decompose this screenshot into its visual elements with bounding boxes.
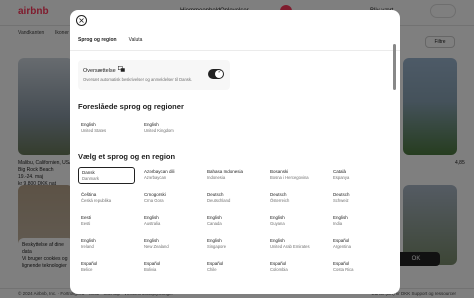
- language-option[interactable]: Bosanski Bosna i Hercegovina: [267, 167, 324, 184]
- language-option[interactable]: Bahasa Indonesia Indonesia: [204, 167, 261, 184]
- suggested-heading: Foreslåede sprog og regioner: [78, 102, 184, 111]
- language-region-modal: Sprog og region Valuta Oversættelse Over…: [70, 10, 400, 294]
- language-option[interactable]: Español Bolivia: [141, 259, 198, 276]
- tab-currency[interactable]: Valuta: [129, 34, 143, 54]
- language-region: Costa Rica: [333, 267, 354, 272]
- language-option[interactable]: Azərbaycan dili Azərbaycan: [141, 167, 198, 184]
- language-region: Singapore: [207, 244, 227, 249]
- language-region: Chile: [207, 267, 217, 272]
- language-region: United Arab Emirates: [270, 244, 310, 249]
- check-icon: ✓: [217, 69, 222, 75]
- language-option[interactable]: English Canada: [204, 213, 261, 230]
- language-region: Bosna i Hercegovina: [270, 175, 309, 180]
- language-region: Canada: [207, 221, 222, 226]
- tab-language-region[interactable]: Sprog og region: [78, 34, 117, 51]
- suggested-language-option[interactable]: English United States: [78, 120, 135, 137]
- language-region: Ireland: [81, 244, 94, 249]
- language-option[interactable]: English India: [330, 213, 387, 230]
- language-region: Azərbaycan: [144, 175, 167, 180]
- language-option[interactable]: Deutsch Deutschland: [204, 190, 261, 207]
- language-region: Bolivia: [144, 267, 157, 272]
- suggested-language-option[interactable]: English United Kingdom: [141, 120, 198, 137]
- language-option[interactable]: English United Arab Emirates: [267, 236, 324, 253]
- language-region: Eesti: [81, 221, 91, 226]
- translation-toggle[interactable]: ✓: [208, 69, 224, 79]
- language-region: United Kingdom: [144, 128, 174, 133]
- close-icon[interactable]: [76, 15, 87, 26]
- language-option[interactable]: Español Argentina: [330, 236, 387, 253]
- language-option[interactable]: Deutsch Schweiz: [330, 190, 387, 207]
- language-region: Crna Gora: [144, 198, 164, 203]
- language-region: Espanya: [333, 175, 350, 180]
- language-region: Argentina: [333, 244, 351, 249]
- language-region: Schweiz: [333, 198, 349, 203]
- language-option[interactable]: Crnogorski Crna Gora: [141, 190, 198, 207]
- language-region: Belice: [81, 267, 93, 272]
- language-region: New Zealand: [144, 244, 169, 249]
- language-region: United States: [81, 128, 107, 133]
- language-option[interactable]: Español Costa Rica: [330, 259, 387, 276]
- language-option[interactable]: Català Espanya: [330, 167, 387, 184]
- language-option[interactable]: English Australia: [141, 213, 198, 230]
- language-region: Österreich: [270, 198, 290, 203]
- language-region: Česká republika: [81, 198, 112, 203]
- language-option[interactable]: English Guyana: [267, 213, 324, 230]
- language-option[interactable]: English Singapore: [204, 236, 261, 253]
- language-region: Australia: [144, 221, 161, 226]
- language-region: Colombia: [270, 267, 288, 272]
- scroll-thumb[interactable]: [393, 44, 396, 90]
- language-region: Indonesia: [207, 175, 226, 180]
- modal-tabs: Sprog og region Valuta: [78, 34, 142, 54]
- language-region: Deutschland: [207, 198, 231, 203]
- translate-icon: [118, 66, 125, 74]
- language-option[interactable]: English Ireland: [78, 236, 135, 253]
- language-region: India: [333, 221, 343, 226]
- language-region: Guyana: [270, 221, 285, 226]
- choose-heading: Vælg et sprog og en region: [78, 152, 176, 161]
- language-region: Danmark: [82, 176, 99, 181]
- language-option[interactable]: Español Belice: [78, 259, 135, 276]
- language-option[interactable]: Español Chile: [204, 259, 261, 276]
- translation-description: Oversæt automatisk beskrivelser og anmel…: [83, 77, 193, 82]
- scrollbar[interactable]: [393, 36, 396, 294]
- tabs-divider: [70, 50, 400, 51]
- translation-setting: Oversættelse Oversæt automatisk beskrive…: [78, 60, 230, 90]
- language-option[interactable]: Español Colombia: [267, 259, 324, 276]
- translation-title: Oversættelse: [83, 68, 116, 74]
- language-option[interactable]: Dansk Danmark: [78, 167, 135, 184]
- language-option[interactable]: Deutsch Österreich: [267, 190, 324, 207]
- language-option[interactable]: Čeština Česká republika: [78, 190, 135, 207]
- language-option[interactable]: English New Zealand: [141, 236, 198, 253]
- language-option[interactable]: Eesti Eesti: [78, 213, 135, 230]
